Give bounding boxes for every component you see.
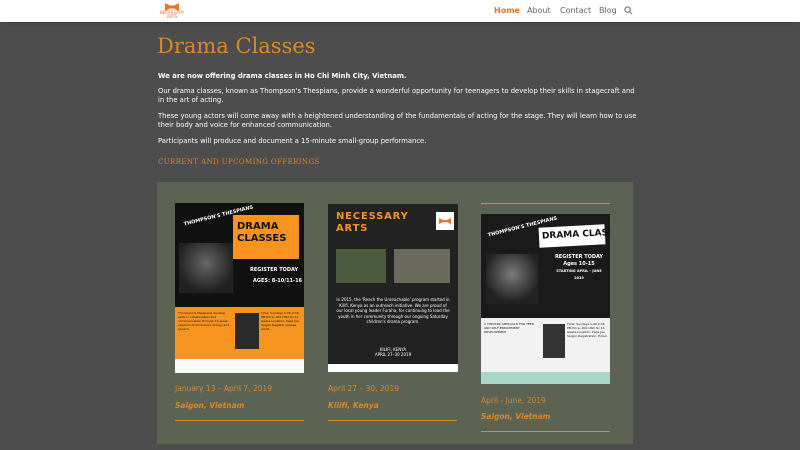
poster-band-info: Time: Sundays 1:00-2:30 PM Price: 200 US… xyxy=(567,322,607,338)
offering-poster[interactable]: THOMPSON'S THESPIANS DRAMA CLASSES REGIS… xyxy=(175,203,304,373)
poster-photo xyxy=(179,243,233,293)
poster-register: REGISTER TODAY xyxy=(554,254,604,260)
page-title: Drama Classes xyxy=(157,34,316,58)
logo-text: NECESSARY ARTS xyxy=(159,10,185,19)
poster-footer xyxy=(175,359,304,373)
offering-location: Saigon, Vietnam xyxy=(175,401,245,410)
description-paragraph: Participants will produce and document a… xyxy=(158,137,427,145)
description-paragraph: Our drama classes, known as Thompson's T… xyxy=(158,87,635,104)
poster-starting: STARTING APRIL - JUNE 2019 xyxy=(556,269,602,280)
nav-blog[interactable]: Blog xyxy=(599,6,617,15)
offering-date: January 13 – April 7, 2019 xyxy=(175,384,273,393)
nav-home[interactable]: Home xyxy=(494,6,520,15)
poster-title-block: DRAMA CLASSES xyxy=(233,215,299,259)
description-paragraph: These young actors will come away with a… xyxy=(158,112,637,129)
poster-register-block: REGISTER TODAY Ages 10-15 STARTING APRIL… xyxy=(553,254,605,282)
poster-band-photo xyxy=(235,313,259,349)
poster-footer xyxy=(481,372,610,384)
nav-about[interactable]: About xyxy=(527,6,551,15)
poster-logo xyxy=(436,212,454,230)
poster-info-band: Thompson's Thespians develop skills in c… xyxy=(175,307,304,359)
poster-title-block: DRAMA CLASSES xyxy=(538,224,610,248)
poster-title: NECESSARY ARTS xyxy=(336,211,409,235)
nav-contact[interactable]: Contact xyxy=(560,6,591,15)
poster-title-line: CLASSES xyxy=(237,233,287,244)
poster-footer xyxy=(328,364,458,372)
poster-ages: AGES: 8-10/11-16 xyxy=(253,278,303,284)
poster-title-line: DRAMA xyxy=(237,221,279,232)
poster-register: REGISTER TODAY xyxy=(250,267,299,273)
poster-where: KILIFI, KENYA APRIL 27–30 2019 xyxy=(328,347,458,357)
poster-photo xyxy=(394,249,450,283)
poster-band-text: Thompson's Thespians develop skills in c… xyxy=(178,311,230,331)
site-logo[interactable]: NECESSARY ARTS xyxy=(159,2,185,19)
offering-poster[interactable]: THOMPSON'S THESPIANS DRAMA CLASSES REGIS… xyxy=(481,214,610,384)
poster-title-line: ARTS xyxy=(336,223,369,234)
poster-title-line: NECESSARY xyxy=(336,211,409,222)
bowtie-icon xyxy=(439,218,451,224)
poster-title: DRAMA CLASSES xyxy=(541,227,610,242)
offering-date: April 27 – 30, 2019 xyxy=(328,384,399,393)
intro-text: We are now offering drama classes in Ho … xyxy=(158,72,407,80)
poster-band-info: Time: Sundays 1:00-2:30 PM Price: 300 US… xyxy=(261,311,299,331)
poster-band-photo xyxy=(543,324,565,358)
offering-poster[interactable]: NECESSARY ARTS In 2015, the 'Reach the U… xyxy=(328,204,458,372)
offering-location: Kilifi, Kenya xyxy=(328,401,379,410)
poster-photo xyxy=(486,254,538,304)
site-header: NECESSARY ARTS Home About Contact Blog xyxy=(0,0,800,22)
poster-info-band: A THEATRE APPROACH FOR TEEN AND SELF ENR… xyxy=(481,318,610,372)
poster-body: In 2015, the 'Reach the Unreachable' pro… xyxy=(336,297,450,324)
poster-ages: Ages 10-15 xyxy=(563,261,595,267)
offering-location: Saigon, Vietnam xyxy=(481,412,551,421)
poster-photo xyxy=(336,249,386,283)
poster-band-text: A THEATRE APPROACH FOR TEEN AND SELF ENR… xyxy=(484,322,534,334)
offering-date: April - June, 2019 xyxy=(481,396,546,405)
poster-dates: APRIL 27–30 2019 xyxy=(374,352,412,357)
offerings-heading: CURRENT AND UPCOMING OFFERINGS xyxy=(158,158,320,166)
search-icon[interactable] xyxy=(624,6,633,15)
